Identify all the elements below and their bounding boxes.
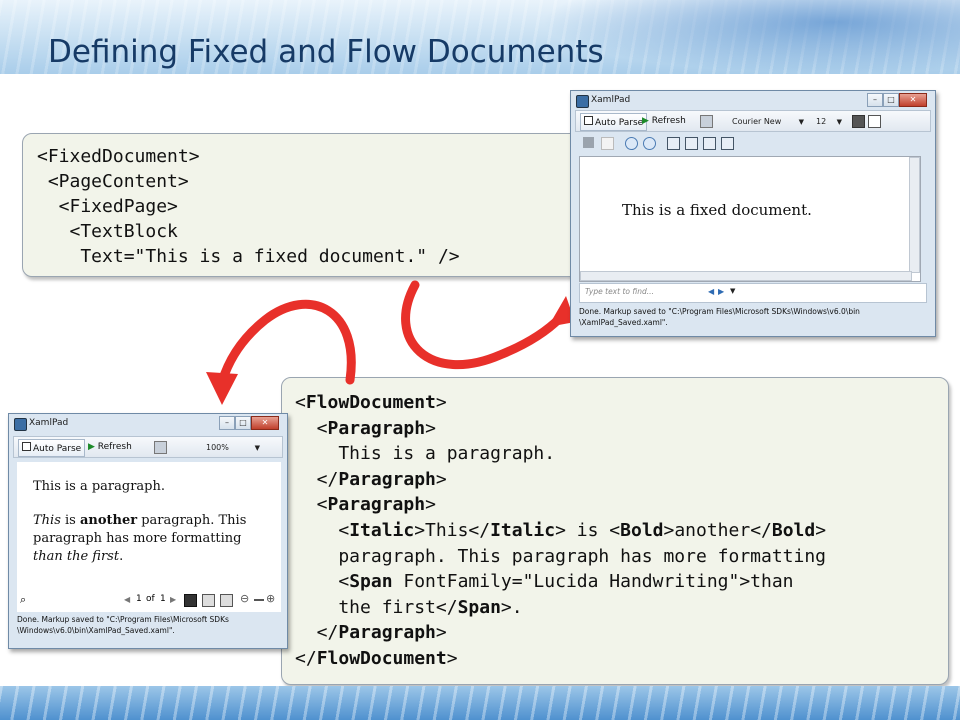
close-button[interactable]: ✕: [251, 416, 279, 430]
flow-document-viewer[interactable]: This is a paragraph. This is another par…: [17, 462, 281, 612]
arrow-to-flow-window-head: [206, 372, 238, 405]
xamlpad-app-icon: [14, 418, 27, 431]
two-page-view-icon[interactable]: [202, 594, 215, 607]
next-page-icon[interactable]: ▶: [170, 595, 176, 604]
slide-footer: [0, 686, 960, 720]
find-previous-icon[interactable]: ◀: [708, 287, 714, 296]
status-text-line2: \Windows\v6.0\bin\XamlPad_Saved.xaml".: [17, 626, 175, 635]
search-icon[interactable]: ⌕: [20, 593, 26, 607]
refresh-button[interactable]: ▶ Refresh: [638, 113, 690, 129]
close-button[interactable]: ✕: [899, 93, 927, 107]
flow-paragraph-2-line1: This is another paragraph. This: [33, 513, 247, 528]
find-next-icon[interactable]: ▶: [718, 287, 724, 296]
zoom-in-icon[interactable]: [625, 137, 638, 150]
chevron-down-icon: ▼: [836, 118, 842, 126]
zoom-slider[interactable]: [254, 599, 264, 601]
viewer-controls: ⌕ ◀ 1 of 1 ▶ ⊖ ⊕: [18, 592, 280, 609]
show-markup-icon[interactable]: [868, 115, 881, 128]
fit-width-icon[interactable]: [685, 137, 698, 150]
flow-paragraph-2-line3: than the first.: [33, 549, 124, 564]
checkbox-icon: [584, 116, 593, 125]
status-text-line2: \XamlPad_Saved.xaml".: [579, 318, 668, 327]
find-options-icon[interactable]: ▼: [730, 287, 735, 295]
window-title: XamlPad: [29, 418, 69, 428]
horizontal-scrollbar[interactable]: [580, 271, 912, 281]
actual-size-icon[interactable]: [667, 137, 680, 150]
window-title: XamlPad: [591, 95, 631, 105]
chevron-down-icon: ▼: [798, 118, 804, 126]
print-icon[interactable]: [154, 441, 167, 454]
flow-paragraph-1: This is a paragraph.: [33, 479, 165, 494]
flow-paragraph-2-line2: paragraph has more formatting: [33, 531, 242, 546]
status-bar: Done. Markup saved to "C:\Program Files\…: [579, 306, 929, 328]
single-page-view-icon[interactable]: [184, 594, 197, 607]
checkbox-icon: [22, 442, 31, 451]
play-icon: ▶: [88, 442, 95, 452]
page-total: 1: [160, 594, 166, 604]
zoom-out-icon[interactable]: [643, 137, 656, 150]
play-icon: ▶: [642, 116, 649, 126]
title-bar: XamlPad – □ ✕: [9, 414, 287, 434]
edit-icon[interactable]: [583, 137, 594, 148]
vertical-scrollbar[interactable]: [909, 157, 920, 273]
fixed-document-viewer[interactable]: This is a fixed document.: [579, 156, 921, 282]
print-icon[interactable]: [700, 115, 713, 128]
refresh-button[interactable]: ▶ Refresh: [84, 439, 136, 455]
main-toolbar: Auto Parse ▶ Refresh 100% ▼: [13, 436, 283, 458]
page-of-label: of: [146, 594, 155, 604]
copy-icon[interactable]: [601, 137, 614, 150]
maximize-button[interactable]: □: [235, 416, 251, 430]
previous-page-icon[interactable]: ◀: [124, 595, 130, 604]
arrow-to-fixed-window: [401, 280, 565, 370]
arrow-to-flow-window: [217, 299, 356, 387]
status-bar: Done. Markup saved to "C:\Program Files\…: [17, 614, 283, 636]
find-bar: Type text to find... ◀ ▶ ▼: [579, 283, 927, 303]
two-pages-icon[interactable]: [721, 137, 734, 150]
viewer-toolbar: [575, 133, 929, 151]
zoom-in-icon[interactable]: ⊕: [266, 592, 275, 605]
maximize-button[interactable]: □: [883, 93, 899, 107]
minimize-button[interactable]: –: [867, 93, 883, 107]
find-input[interactable]: Type text to find...: [582, 285, 700, 299]
font-size-select[interactable]: 12 ▼: [812, 114, 846, 128]
minimize-button[interactable]: –: [219, 416, 235, 430]
auto-parse-button[interactable]: Auto Parse: [18, 439, 86, 457]
status-text-line1: Done. Markup saved to "C:\Program Files\…: [579, 307, 860, 316]
font-family-select[interactable]: Courier New ▼: [728, 114, 808, 128]
xamlpad-window-fixed: XamlPad – □ ✕ Auto Parse ▶ Refresh Couri…: [570, 90, 936, 337]
fixed-document-text: This is a fixed document.: [622, 201, 812, 219]
zoom-select[interactable]: 100% ▼: [202, 440, 264, 454]
xamlpad-window-flow: XamlPad – □ ✕ Auto Parse ▶ Refresh 100% ▼…: [8, 413, 288, 649]
main-toolbar: Auto Parse ▶ Refresh Courier New ▼ 12 ▼: [575, 110, 931, 132]
status-text-line1: Done. Markup saved to "C:\Program Files\…: [17, 615, 229, 624]
chevron-down-icon: ▼: [254, 444, 260, 452]
show-visual-tree-icon[interactable]: [852, 115, 865, 128]
page-current: 1: [136, 594, 142, 604]
whole-page-icon[interactable]: [703, 137, 716, 150]
scroll-view-icon[interactable]: [220, 594, 233, 607]
zoom-out-icon[interactable]: ⊖: [240, 592, 249, 605]
xamlpad-app-icon: [576, 95, 589, 108]
title-bar: XamlPad – □ ✕: [571, 91, 935, 111]
